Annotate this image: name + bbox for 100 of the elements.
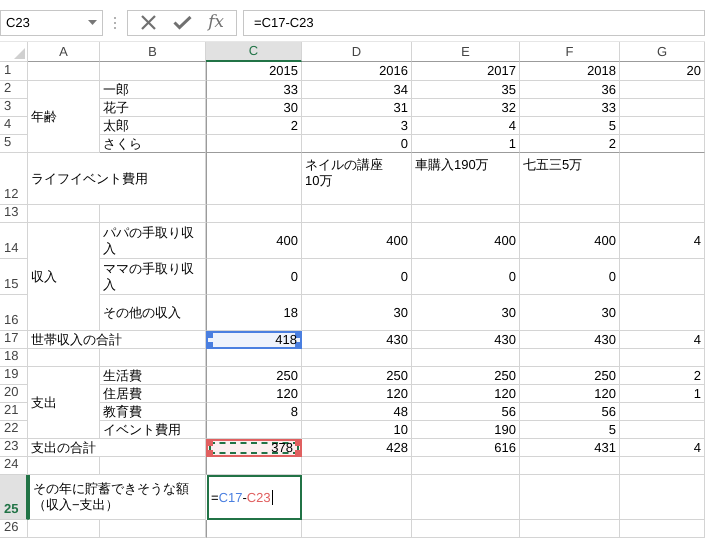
table-cell: 教育費 bbox=[100, 403, 206, 421]
table-cell: ママの手取り収入 bbox=[100, 259, 206, 295]
table-cell: 0 bbox=[206, 259, 302, 295]
column-header[interactable]: E bbox=[412, 42, 520, 62]
table-cell: 2 bbox=[206, 117, 302, 135]
formula-field[interactable]: =C17-C23 bbox=[243, 10, 705, 36]
table-cell: 30 bbox=[520, 295, 620, 331]
table-cell: 33 bbox=[206, 81, 302, 99]
table-cell: 56 bbox=[520, 403, 620, 421]
column-header[interactable]: C bbox=[206, 42, 302, 62]
table-cell: 太郎 bbox=[100, 117, 206, 135]
table-cell: 430 bbox=[412, 331, 520, 349]
column-header[interactable]: B bbox=[100, 42, 206, 62]
grip-icon bbox=[113, 16, 117, 30]
cancel-button[interactable] bbox=[140, 14, 158, 31]
table-cell: イベント費用 bbox=[100, 421, 206, 439]
table-cell: 2017 bbox=[412, 62, 520, 81]
column-header[interactable]: D bbox=[302, 42, 412, 62]
table-cell: 2015 bbox=[206, 62, 302, 81]
table-cell: 0 bbox=[412, 259, 520, 295]
row-header[interactable]: 21 bbox=[0, 403, 28, 421]
table-cell: 35 bbox=[412, 81, 520, 99]
row-header[interactable]: 23 bbox=[0, 439, 28, 457]
formula-part: = bbox=[211, 488, 219, 507]
table-cell: 400 bbox=[412, 223, 520, 259]
table-cell: 36 bbox=[520, 81, 620, 99]
table-cell: 3 bbox=[302, 117, 412, 135]
row-header[interactable]: 15 bbox=[0, 259, 28, 295]
enter-button[interactable] bbox=[173, 15, 192, 30]
table-cell: 250 bbox=[206, 367, 302, 385]
row-header[interactable]: 4 bbox=[0, 117, 28, 135]
table-cell: 0 bbox=[520, 259, 620, 295]
table-cell: 支出の合計 bbox=[28, 439, 206, 457]
table-cell: パパの手取り収入 bbox=[100, 223, 206, 259]
formula-part: C17 bbox=[218, 488, 242, 507]
row-header[interactable]: 2 bbox=[0, 81, 28, 99]
table-cell: 30 bbox=[412, 295, 520, 331]
row-header[interactable]: 26 bbox=[0, 520, 28, 538]
name-box[interactable]: C23 bbox=[0, 10, 103, 36]
row-header[interactable]: 17 bbox=[0, 331, 28, 349]
row-header[interactable]: 3 bbox=[0, 99, 28, 117]
table-cell: 120 bbox=[520, 385, 620, 403]
table-cell: 250 bbox=[302, 367, 412, 385]
table-cell: 世帯収入の合計 bbox=[28, 331, 206, 349]
table-cell: 1 bbox=[620, 385, 705, 403]
table-cell: さくら bbox=[100, 135, 206, 153]
table-cell: 2016 bbox=[302, 62, 412, 81]
row-header[interactable]: 24 bbox=[0, 457, 28, 475]
table-cell: 住居費 bbox=[100, 385, 206, 403]
table-cell: 4 bbox=[620, 223, 705, 259]
table-cell: 430 bbox=[520, 331, 620, 349]
table-cell: 一郎 bbox=[100, 81, 206, 99]
table-cell: 190 bbox=[412, 421, 520, 439]
table-cell: 2018 bbox=[520, 62, 620, 81]
row-header[interactable]: 18 bbox=[0, 349, 28, 367]
text-cursor bbox=[272, 490, 273, 505]
table-cell: 4 bbox=[620, 331, 705, 349]
table-cell: 4 bbox=[620, 439, 705, 457]
table-cell: 431 bbox=[520, 439, 620, 457]
formula-part: C23 bbox=[246, 488, 271, 507]
row-header[interactable]: 20 bbox=[0, 385, 28, 403]
table-cell: 8 bbox=[206, 403, 302, 421]
table-cell: 400 bbox=[520, 223, 620, 259]
table-cell: 33 bbox=[520, 99, 620, 117]
table-cell: 430 bbox=[302, 331, 412, 349]
table-cell: 車購入190万 bbox=[412, 153, 520, 205]
row-header[interactable]: 1 bbox=[0, 62, 28, 81]
row-header[interactable]: 13 bbox=[0, 205, 28, 223]
table-cell: 18 bbox=[206, 295, 302, 331]
table-cell: 2 bbox=[520, 135, 620, 153]
table-cell: 20 bbox=[620, 62, 705, 81]
table-cell: 0 bbox=[302, 259, 412, 295]
row-header[interactable]: 19 bbox=[0, 367, 28, 385]
row-header[interactable]: 25 bbox=[0, 475, 28, 520]
table-cell: 生活費 bbox=[100, 367, 206, 385]
table-cell: 30 bbox=[302, 295, 412, 331]
formula-part: - bbox=[242, 488, 247, 507]
table-cell: 400 bbox=[206, 223, 302, 259]
row-header[interactable]: 5 bbox=[0, 135, 28, 153]
table-cell: 48 bbox=[302, 403, 412, 421]
table-cell: 4 bbox=[412, 117, 520, 135]
table-cell: 2 bbox=[620, 367, 705, 385]
editing-cell[interactable]: =C17-C23 bbox=[207, 475, 302, 520]
table-cell: 250 bbox=[412, 367, 520, 385]
row-header[interactable]: 14 bbox=[0, 223, 28, 259]
table-cell: 34 bbox=[302, 81, 412, 99]
row-header[interactable]: 12 bbox=[0, 153, 28, 205]
table-cell: 418 bbox=[206, 331, 302, 349]
column-header[interactable]: A bbox=[28, 42, 100, 62]
column-header[interactable]: F bbox=[520, 42, 620, 62]
table-cell: ネイルの講座10万 bbox=[302, 153, 412, 205]
column-header[interactable]: G bbox=[620, 42, 705, 62]
row-header[interactable]: 16 bbox=[0, 295, 28, 331]
row-header[interactable]: 22 bbox=[0, 421, 28, 439]
table-cell: 120 bbox=[206, 385, 302, 403]
table-cell: 花子 bbox=[100, 99, 206, 117]
table-cell: 七五三5万 bbox=[520, 153, 620, 205]
table-cell: 1 bbox=[412, 135, 520, 153]
insert-function-button[interactable]: fx bbox=[208, 14, 224, 31]
table-cell: ライフイベント費用 bbox=[28, 153, 206, 205]
